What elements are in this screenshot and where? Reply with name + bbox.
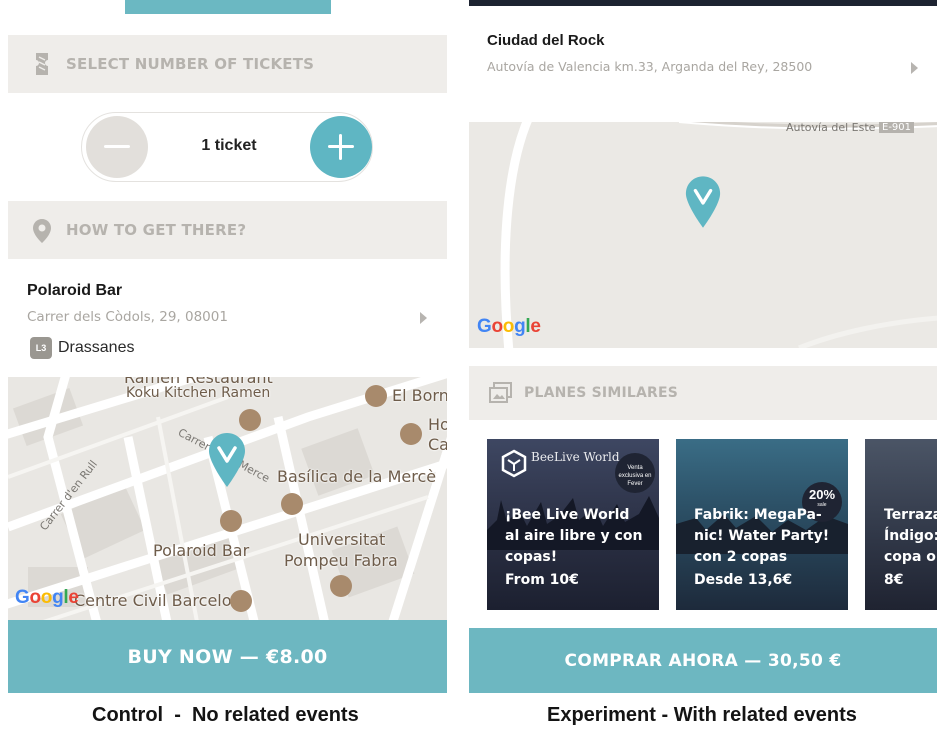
experiment-screen: Ciudad del Rock Autovía de Valencia km.3… (469, 0, 937, 693)
top-divider (469, 0, 937, 6)
map-poi-icon (365, 385, 387, 407)
card-title: ¡Bee Live World al aire libre y con copa… (505, 507, 643, 565)
ticket-quantity-stepper: 1 ticket (81, 112, 373, 182)
card-price: 8€ (884, 572, 904, 588)
buy-now-button[interactable]: BUY NOW — €8.00 (8, 620, 447, 693)
card-price: Desde 13,6€ (694, 572, 793, 588)
metro-station-name: Drassanes (58, 339, 135, 356)
card-title: Fabrik: MegaPa-nic! Water Party! con 2 c… (694, 507, 830, 565)
map-label: Koku Kitchen Ramen (126, 385, 271, 401)
venue-arrow-icon[interactable] (420, 312, 427, 324)
exclusive-stamp: Venta exclusiva en Fever (615, 453, 655, 493)
map-label: El Born (392, 386, 447, 405)
increase-tickets-button[interactable] (310, 116, 372, 178)
tickets-header-label: SELECT NUMBER OF TICKETS (66, 55, 315, 73)
map-roads (469, 122, 937, 348)
similar-plans-label: PLANES SIMILARES (524, 385, 679, 401)
museum-poi-icon (230, 590, 252, 612)
map-label: Universitat (298, 530, 386, 549)
map-label: Centre Civil Barcelona (74, 591, 252, 610)
road-code-badge: E-901 (879, 122, 915, 133)
location-pin-icon (32, 218, 52, 249)
venue-arrow-icon[interactable] (911, 62, 918, 74)
map-pin-icon (684, 174, 722, 235)
decrease-tickets-button[interactable] (86, 116, 148, 178)
map-label: Pompeu Fabra (284, 551, 398, 570)
buy-now-button[interactable]: COMPRAR AHORA — 30,50 € (469, 628, 937, 693)
google-logo: Google (15, 587, 79, 608)
road-label: Autovía del Este (786, 122, 876, 134)
similar-plans-header: PLANES SIMILARES (469, 366, 937, 420)
control-caption: Control - No related events (92, 704, 359, 726)
directions-header-label: HOW TO GET THERE? (66, 221, 247, 239)
directions-section-header: HOW TO GET THERE? (8, 201, 447, 259)
venue-name[interactable]: Polaroid Bar (27, 282, 122, 300)
hotel-poi-icon (400, 423, 422, 445)
tickets-section-header: SELECT NUMBER OF TICKETS (8, 35, 447, 93)
ticket-icon (34, 52, 50, 81)
venue-map[interactable]: Autovía del Este E-901 Google (469, 122, 937, 348)
venue-map[interactable]: Ramen Restaurant Koku Kitchen Ramen El B… (8, 377, 447, 621)
top-tab-indicator (125, 0, 331, 14)
map-label: Basílica de la Mercè (277, 467, 437, 486)
beelive-logo-icon (499, 449, 529, 484)
related-event-card[interactable]: Terraza Índigo: copa o 8€ (865, 439, 937, 610)
restaurant-poi-icon (239, 409, 261, 431)
card-brand: BeeLive World (531, 450, 620, 464)
control-screen: SELECT NUMBER OF TICKETS 1 ticket HOW TO… (8, 0, 447, 693)
metro-station: L3 Drassanes (30, 337, 134, 359)
card-title: Terraza Índigo: copa o (884, 507, 937, 565)
map-label: Ho (428, 415, 447, 434)
card-price: From 10€ (505, 572, 579, 588)
related-event-card[interactable]: 20% sale Fabrik: MegaPa-nic! Water Party!… (676, 439, 848, 610)
google-logo: Google (477, 316, 541, 337)
related-event-card[interactable]: BeeLive World Venta exclusiva en Fever ¡… (487, 439, 659, 610)
church-poi-icon (281, 493, 303, 515)
venue-address[interactable]: Carrer dels Còdols, 29, 08001 (27, 309, 228, 325)
venue-name[interactable]: Ciudad del Rock (487, 32, 605, 49)
map-label: Polaroid Bar (153, 541, 250, 560)
university-poi-icon (330, 575, 352, 597)
venue-address[interactable]: Autovía de Valencia km.33, Arganda del R… (487, 59, 812, 74)
map-pin-icon (207, 431, 247, 494)
ticket-count: 1 ticket (201, 137, 257, 154)
metro-line-badge: L3 (30, 337, 52, 359)
bar-poi-icon (220, 510, 242, 532)
experiment-caption: Experiment - With related events (547, 704, 857, 726)
gallery-icon (489, 382, 513, 409)
map-label: Ca (428, 435, 447, 454)
